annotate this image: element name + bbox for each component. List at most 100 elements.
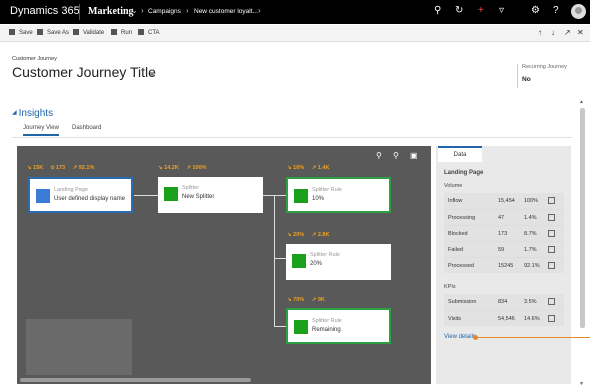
page-title: Customer Journey Title bbox=[12, 64, 156, 80]
drilldown-icon[interactable] bbox=[548, 246, 555, 253]
divider bbox=[79, 4, 80, 20]
stat-down-arrow: ↘ 20% bbox=[287, 232, 305, 238]
breadcrumb-campaigns[interactable]: Campaigns bbox=[148, 8, 181, 15]
drilldown-icon[interactable] bbox=[548, 315, 555, 322]
pop-out-icon[interactable]: ↗ bbox=[564, 28, 571, 37]
tile-display-name: Remaining bbox=[312, 327, 341, 333]
add-icon[interactable]: + bbox=[478, 5, 484, 16]
table-row: Visits 54,546 14.6% bbox=[444, 310, 564, 326]
journey-canvas[interactable]: ⚲ ⚲ ▣ ↘ 15K ⦸ 173 ↗ 92.1% Landing Page U… bbox=[17, 146, 431, 384]
metric-percent: 3.5% bbox=[524, 299, 537, 305]
collapse-triangle-icon: ◢ bbox=[12, 110, 17, 116]
table-row: Submission 834 3.5% bbox=[444, 294, 564, 310]
filter-icon[interactable]: ▿ bbox=[499, 5, 504, 16]
save-as-icon bbox=[37, 29, 43, 35]
metric-name: Visits bbox=[448, 316, 462, 322]
cta-button[interactable]: CTA bbox=[138, 29, 160, 36]
page-vertical-scrollbar[interactable] bbox=[580, 108, 585, 328]
callout-dot bbox=[473, 335, 478, 340]
drilldown-icon[interactable] bbox=[548, 214, 555, 221]
metric-percent: 8.7% bbox=[524, 231, 537, 237]
connector-line bbox=[134, 195, 158, 196]
canvas-horizontal-scrollbar[interactable] bbox=[20, 378, 251, 382]
drilldown-icon[interactable] bbox=[548, 262, 555, 269]
tile-type: Splitter Rule bbox=[312, 187, 342, 193]
hierarchy-icon[interactable]: ≡ bbox=[150, 70, 155, 79]
table-row: Blocked 173 8.7% bbox=[444, 225, 564, 241]
tab-data[interactable]: Data bbox=[438, 146, 482, 162]
command-bar: Save Save As Validate Run CTA ↑ ↓ ↗ ✕ bbox=[0, 25, 590, 42]
splitter-rule-icon bbox=[294, 320, 308, 334]
metric-count: 47 bbox=[498, 215, 505, 221]
journey-tile-splitter[interactable]: Splitter New Splitter bbox=[158, 177, 263, 213]
tile-type: Splitter Rule bbox=[312, 318, 342, 324]
tab-journey-view[interactable]: Journey View bbox=[23, 125, 59, 136]
volume-table: Inflow 15,454 100% Processing 47 1.4% Blocke… bbox=[444, 193, 564, 273]
history-icon[interactable]: ↻ bbox=[455, 5, 463, 16]
stat-up-arrow: ↗ 2.8K bbox=[311, 232, 330, 238]
zoom-in-icon[interactable]: ⚲ bbox=[393, 151, 399, 160]
validate-icon bbox=[73, 29, 79, 35]
stat-up-arrow: ↗ 92.1% bbox=[72, 165, 95, 171]
scroll-up-icon[interactable]: ▲ bbox=[579, 99, 584, 105]
insights-section-header[interactable]: ◢ Insights bbox=[12, 108, 53, 119]
splitter-icon bbox=[164, 187, 178, 201]
save-label: Save bbox=[19, 30, 33, 36]
tile-type: Landing Page bbox=[54, 187, 88, 193]
run-button[interactable]: Run bbox=[111, 29, 132, 36]
drilldown-icon[interactable] bbox=[548, 197, 555, 204]
connector-line bbox=[274, 326, 286, 327]
journey-tile-splitter-rule[interactable]: Splitter Rule 20% bbox=[286, 244, 391, 280]
validate-button[interactable]: Validate bbox=[73, 29, 104, 36]
save-as-button[interactable]: Save As bbox=[37, 29, 69, 36]
tile-stats: ↘ 15K ⦸ 173 ↗ 92.1% bbox=[27, 165, 100, 172]
help-icon[interactable]: ? bbox=[553, 5, 559, 16]
view-details-link[interactable]: View details bbox=[444, 334, 476, 340]
splitter-rule-icon bbox=[294, 189, 308, 203]
top-nav-bar: Dynamics 365 Marketing ⌄ › Campaigns › N… bbox=[0, 0, 590, 24]
cta-label: CTA bbox=[148, 30, 160, 36]
search-icon[interactable]: ⚲ bbox=[434, 5, 441, 16]
metric-count: 59 bbox=[498, 247, 505, 253]
callout-line bbox=[475, 337, 590, 338]
drilldown-icon[interactable] bbox=[548, 230, 555, 237]
journey-tile-splitter-rule[interactable]: Splitter Rule Remaining bbox=[286, 308, 391, 344]
connector-line bbox=[274, 258, 286, 259]
metric-percent: 92.1% bbox=[524, 263, 540, 269]
settings-gear-icon[interactable]: ⚙ bbox=[531, 5, 540, 16]
canvas-minimap[interactable] bbox=[26, 319, 132, 375]
recurring-journey-field: Recurring Journey No bbox=[517, 64, 567, 88]
metric-percent: 1.7% bbox=[524, 247, 537, 253]
tab-divider bbox=[12, 137, 572, 138]
brand-name[interactable]: Dynamics 365 bbox=[10, 5, 80, 17]
zoom-out-icon[interactable]: ⚲ bbox=[376, 151, 382, 160]
save-button[interactable]: Save bbox=[9, 29, 33, 36]
user-avatar[interactable] bbox=[571, 4, 586, 19]
metric-name: Blocked bbox=[448, 231, 468, 237]
scroll-down-icon[interactable]: ▼ bbox=[579, 381, 584, 387]
stat-up-arrow: ↗ 9K bbox=[311, 297, 325, 303]
arrow-down-icon[interactable]: ↓ bbox=[551, 28, 555, 37]
close-icon[interactable]: ✕ bbox=[577, 28, 584, 37]
breadcrumb-record[interactable]: New customer loyalt... bbox=[194, 8, 258, 15]
metric-count: 15245 bbox=[498, 263, 514, 269]
stat-up-arrow: ↗ 1.4K bbox=[311, 165, 330, 171]
app-chevron-down-icon[interactable]: ⌄ bbox=[131, 6, 138, 15]
connector-line bbox=[274, 195, 275, 326]
tile-stats: ↘ 20% ↗ 2.8K bbox=[287, 232, 335, 238]
app-name[interactable]: Marketing bbox=[88, 6, 134, 17]
journey-tile-splitter-rule[interactable]: Splitter Rule 10% bbox=[286, 177, 391, 213]
drilldown-icon[interactable] bbox=[548, 298, 555, 305]
metric-name: Failed bbox=[448, 247, 463, 253]
tab-dashboard[interactable]: Dashboard bbox=[72, 125, 101, 131]
tile-type: Splitter bbox=[182, 185, 200, 191]
chevron-right-icon: › bbox=[258, 6, 261, 15]
fit-to-screen-icon[interactable]: ▣ bbox=[410, 151, 418, 160]
arrow-up-icon[interactable]: ↑ bbox=[538, 28, 542, 37]
cta-icon bbox=[138, 29, 144, 35]
journey-tile-landing-page[interactable]: Landing Page User defined display name bbox=[28, 177, 133, 213]
metric-name: Submission bbox=[448, 299, 477, 305]
entity-label: Customer Journey bbox=[12, 56, 57, 62]
metric-name: Processed bbox=[448, 263, 474, 269]
metric-count: 15,454 bbox=[498, 198, 515, 204]
